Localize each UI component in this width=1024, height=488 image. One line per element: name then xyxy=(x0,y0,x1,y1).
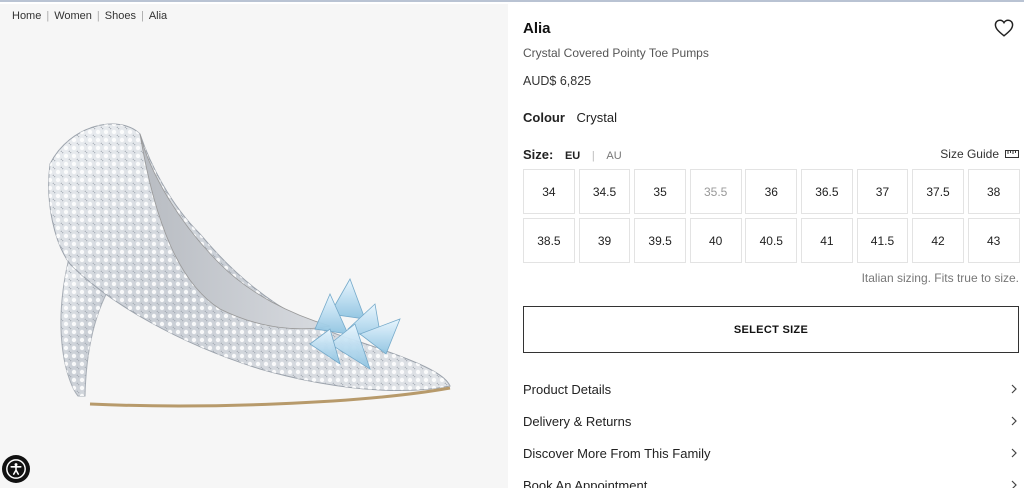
chevron-right-icon xyxy=(1011,448,1017,458)
chevron-right-icon xyxy=(1011,480,1017,488)
size-option[interactable]: 43 xyxy=(967,218,1020,263)
size-guide-label: Size Guide xyxy=(940,147,999,161)
size-option[interactable]: 38 xyxy=(967,169,1020,214)
size-option[interactable]: 34 xyxy=(523,169,575,214)
wishlist-button[interactable] xyxy=(994,19,1014,37)
size-label: Size: xyxy=(523,147,554,162)
accordion-label: Discover More From This Family xyxy=(523,445,711,461)
size-guide-link[interactable]: Size Guide xyxy=(940,147,1019,161)
product-image-panel: Home | Women | Shoes | Alia xyxy=(0,4,508,488)
breadcrumb: Home | Women | Shoes | Alia xyxy=(12,10,167,22)
size-system-au[interactable]: AU xyxy=(606,150,621,162)
size-option[interactable]: 36.5 xyxy=(800,169,853,214)
size-option[interactable]: 40 xyxy=(689,218,742,263)
size-system-eu[interactable]: EU xyxy=(565,150,580,162)
size-option[interactable]: 37.5 xyxy=(912,169,964,214)
size-selector-header: Size: EU | AU Size Guide xyxy=(523,147,1019,165)
breadcrumb-separator: | xyxy=(140,10,144,22)
accordion-label: Delivery & Returns xyxy=(523,413,632,429)
breadcrumb-women[interactable]: Women xyxy=(54,10,92,22)
size-option[interactable]: 41 xyxy=(800,218,853,263)
heart-icon xyxy=(994,19,1014,37)
accordion-book-appointment[interactable]: Book An Appointment xyxy=(523,470,1019,488)
product-image xyxy=(30,104,470,434)
breadcrumb-home[interactable]: Home xyxy=(12,10,41,22)
accordion-label: Product Details xyxy=(523,381,612,397)
breadcrumb-separator: | xyxy=(96,10,100,22)
crystal-pump-illustration xyxy=(48,123,451,408)
size-grid: 34 34.5 35 35.5 36 36.5 37 37.5 38 38.5 39 39.5 40 40… xyxy=(523,169,1020,263)
size-option[interactable]: 40.5 xyxy=(745,218,798,263)
size-option[interactable]: 41.5 xyxy=(856,218,909,263)
select-size-button[interactable]: SELECT SIZE xyxy=(523,306,1019,353)
size-option[interactable]: 39 xyxy=(578,218,631,263)
size-system-separator: | xyxy=(591,150,595,162)
accordion-product-details[interactable]: Product Details xyxy=(523,374,1019,404)
chevron-right-icon xyxy=(1011,384,1017,394)
size-option[interactable]: 35 xyxy=(634,169,686,214)
sizing-note: Italian sizing. Fits true to size. xyxy=(861,271,1019,285)
size-option[interactable]: 36 xyxy=(745,169,798,214)
accordion-discover-family[interactable]: Discover More From This Family xyxy=(523,438,1019,468)
accessibility-button[interactable] xyxy=(2,455,30,483)
product-price: AUD$ 6,825 xyxy=(523,74,592,88)
colour-info: Colour Crystal xyxy=(523,110,617,125)
breadcrumb-current: Alia xyxy=(148,10,168,22)
ruler-icon xyxy=(1005,150,1019,158)
product-title: Alia xyxy=(523,20,551,37)
accordion-delivery-returns[interactable]: Delivery & Returns xyxy=(523,406,1019,436)
breadcrumb-separator: | xyxy=(46,10,50,22)
colour-value: Crystal xyxy=(576,110,617,125)
chevron-right-icon xyxy=(1011,416,1017,426)
size-option[interactable]: 42 xyxy=(912,218,964,263)
breadcrumb-shoes[interactable]: Shoes xyxy=(105,10,136,22)
size-option[interactable]: 35.5 xyxy=(689,169,742,214)
size-option[interactable]: 37 xyxy=(856,169,909,214)
product-info-panel: Alia Crystal Covered Pointy Toe Pumps AU… xyxy=(508,4,1024,488)
size-option[interactable]: 38.5 xyxy=(523,218,575,263)
accordion-label: Book An Appointment xyxy=(523,477,648,488)
accessibility-icon xyxy=(6,459,26,479)
product-subtitle: Crystal Covered Pointy Toe Pumps xyxy=(523,46,709,60)
size-option[interactable]: 39.5 xyxy=(634,218,686,263)
size-option[interactable]: 34.5 xyxy=(578,169,631,214)
colour-label: Colour xyxy=(523,110,565,125)
